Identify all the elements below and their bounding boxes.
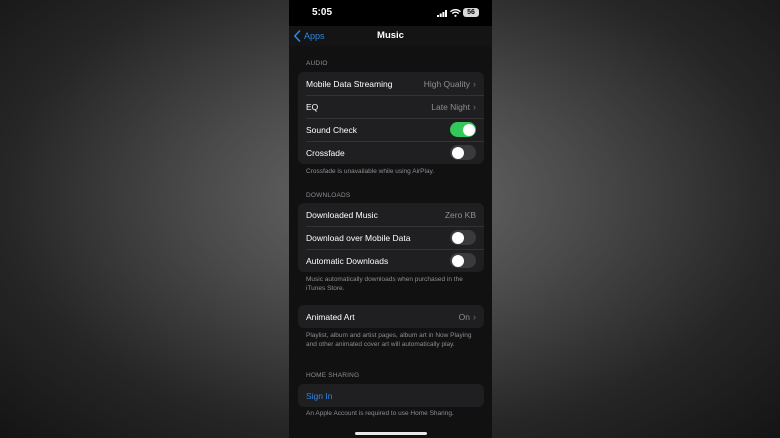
eq-value: Late Night xyxy=(431,101,470,112)
crossfade-label: Crossfade xyxy=(306,147,345,158)
automatic-downloads-row: Automatic Downloads xyxy=(298,249,484,272)
automatic-downloads-label: Automatic Downloads xyxy=(306,255,389,266)
animated-art-group: Animated Art On › xyxy=(298,305,484,328)
automatic-downloads-toggle[interactable] xyxy=(450,253,476,268)
crossfade-row: Crossfade xyxy=(298,141,484,164)
downloaded-music-row[interactable]: Downloaded Music Zero KB xyxy=(298,203,484,226)
chevron-right-icon: › xyxy=(473,311,476,322)
animated-art-value: On xyxy=(458,311,470,322)
download-over-mobile-row: Download over Mobile Data xyxy=(298,226,484,249)
animated-art-label: Animated Art xyxy=(306,311,355,322)
sound-check-label: Sound Check xyxy=(306,124,358,135)
toggle-knob xyxy=(462,123,475,136)
audio-group: Mobile Data Streaming High Quality › EQ … xyxy=(298,72,484,164)
phone-screen: 5:05 56 Apps Music AUDIO Mobile Data Str… xyxy=(289,0,492,438)
cellular-signal-icon xyxy=(437,10,447,17)
settings-list: AUDIO Mobile Data Streaming High Quality… xyxy=(289,46,492,438)
mobile-data-streaming-label: Mobile Data Streaming xyxy=(306,78,393,89)
eq-label: EQ xyxy=(306,101,319,112)
home-sharing-header: HOME SHARING xyxy=(306,372,360,379)
animated-art-footnote: Playlist, album and artist pages, album … xyxy=(306,332,472,348)
download-over-mobile-toggle[interactable] xyxy=(450,230,476,245)
chevron-right-icon: › xyxy=(473,78,476,89)
chevron-right-icon: › xyxy=(473,101,476,112)
sign-in-link[interactable]: Sign In xyxy=(306,391,476,401)
animated-art-row[interactable]: Animated Art On › xyxy=(298,305,484,328)
mobile-data-streaming-value: High Quality xyxy=(423,78,470,89)
home-sharing-group: Sign In xyxy=(298,384,484,407)
crossfade-footnote: Crossfade is unavailable while using Air… xyxy=(306,168,435,175)
status-bar: 5:05 56 xyxy=(289,0,492,26)
sound-check-row: Sound Check xyxy=(298,118,484,141)
toggle-knob xyxy=(451,231,464,244)
toggle-knob xyxy=(451,146,464,159)
status-time: 5:05 xyxy=(312,7,333,18)
downloads-header: DOWNLOADS xyxy=(306,192,351,199)
page-title: Music xyxy=(377,30,404,41)
eq-row[interactable]: EQ Late Night › xyxy=(298,95,484,118)
downloads-footnote: Music automatically downloads when purch… xyxy=(306,276,463,292)
mobile-data-streaming-row[interactable]: Mobile Data Streaming High Quality › xyxy=(298,72,484,95)
audio-header: AUDIO xyxy=(306,60,328,67)
crossfade-toggle[interactable] xyxy=(450,145,476,160)
downloaded-music-label: Downloaded Music xyxy=(306,209,378,220)
downloaded-music-value: Zero KB xyxy=(444,209,476,220)
download-over-mobile-label: Download over Mobile Data xyxy=(306,232,411,243)
navigation-bar: Apps Music xyxy=(289,26,492,46)
toggle-knob xyxy=(451,254,464,267)
downloads-group: Downloaded Music Zero KB Download over M… xyxy=(298,203,484,272)
home-sharing-footnote: An Apple Account is required to use Home… xyxy=(306,410,454,417)
battery-icon: 56 xyxy=(463,8,479,17)
home-indicator[interactable] xyxy=(355,432,427,435)
sign-in-row[interactable]: Sign In xyxy=(298,384,484,407)
wifi-icon xyxy=(450,9,461,17)
sound-check-toggle[interactable] xyxy=(450,122,476,137)
